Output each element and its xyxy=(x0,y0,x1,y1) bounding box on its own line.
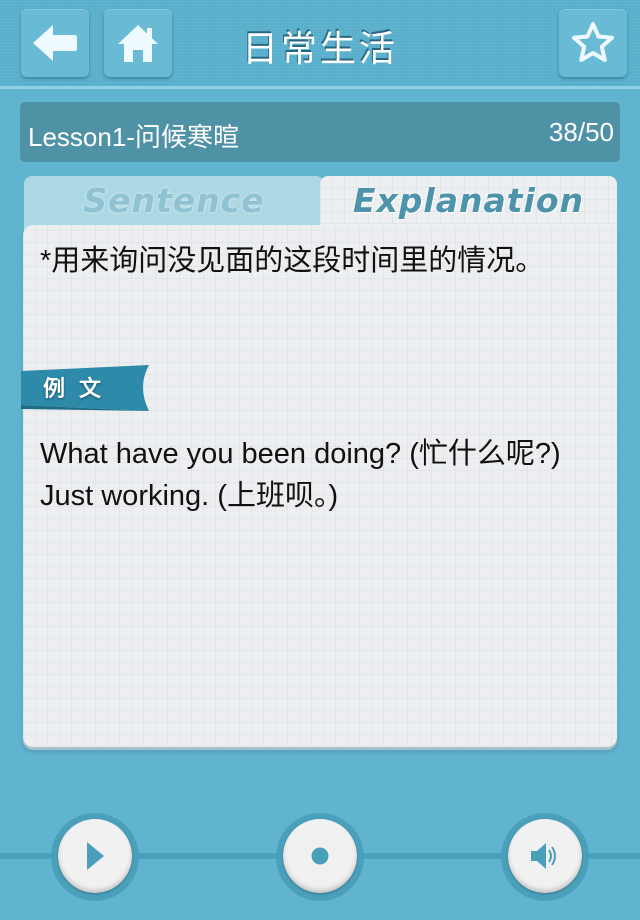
example-sentences: What have you been doing? (忙什么呢?) Just w… xyxy=(40,433,600,517)
arrow-left-icon xyxy=(33,25,77,61)
record-button[interactable] xyxy=(276,813,364,901)
page-title: 日常生活 xyxy=(241,28,398,69)
speaker-button[interactable] xyxy=(501,813,589,901)
explanation-card: *用来询问没见面的这段时间里的情况。 例文 What have you been… xyxy=(21,225,617,747)
example-line: What have you been doing? (忙什么呢?) xyxy=(40,438,561,470)
navigation-bar: 日常生活 xyxy=(0,0,640,89)
record-button-face xyxy=(283,819,357,893)
speaker-icon xyxy=(531,843,556,869)
lesson-title: Lesson1-问候寒暄 xyxy=(28,122,239,152)
play-button[interactable] xyxy=(51,813,139,901)
star-outline-icon xyxy=(572,22,614,62)
back-button[interactable] xyxy=(21,9,89,77)
lesson-progress: 38/50 xyxy=(548,117,614,147)
favorite-button[interactable] xyxy=(559,9,627,77)
example-line: Just working. (上班呗。) xyxy=(40,480,339,512)
example-ribbon: 例文 xyxy=(21,365,151,411)
speaker-button-face xyxy=(508,819,582,893)
example-label: 例文 xyxy=(43,376,116,401)
play-icon xyxy=(87,842,104,870)
play-button-face xyxy=(58,819,132,893)
home-icon xyxy=(118,25,158,62)
record-icon xyxy=(311,847,329,865)
lesson-header: Lesson1-问候寒暄 38/50 xyxy=(20,102,620,162)
explanation-text: *用来询问没见面的这段时间里的情况。 xyxy=(40,245,545,277)
